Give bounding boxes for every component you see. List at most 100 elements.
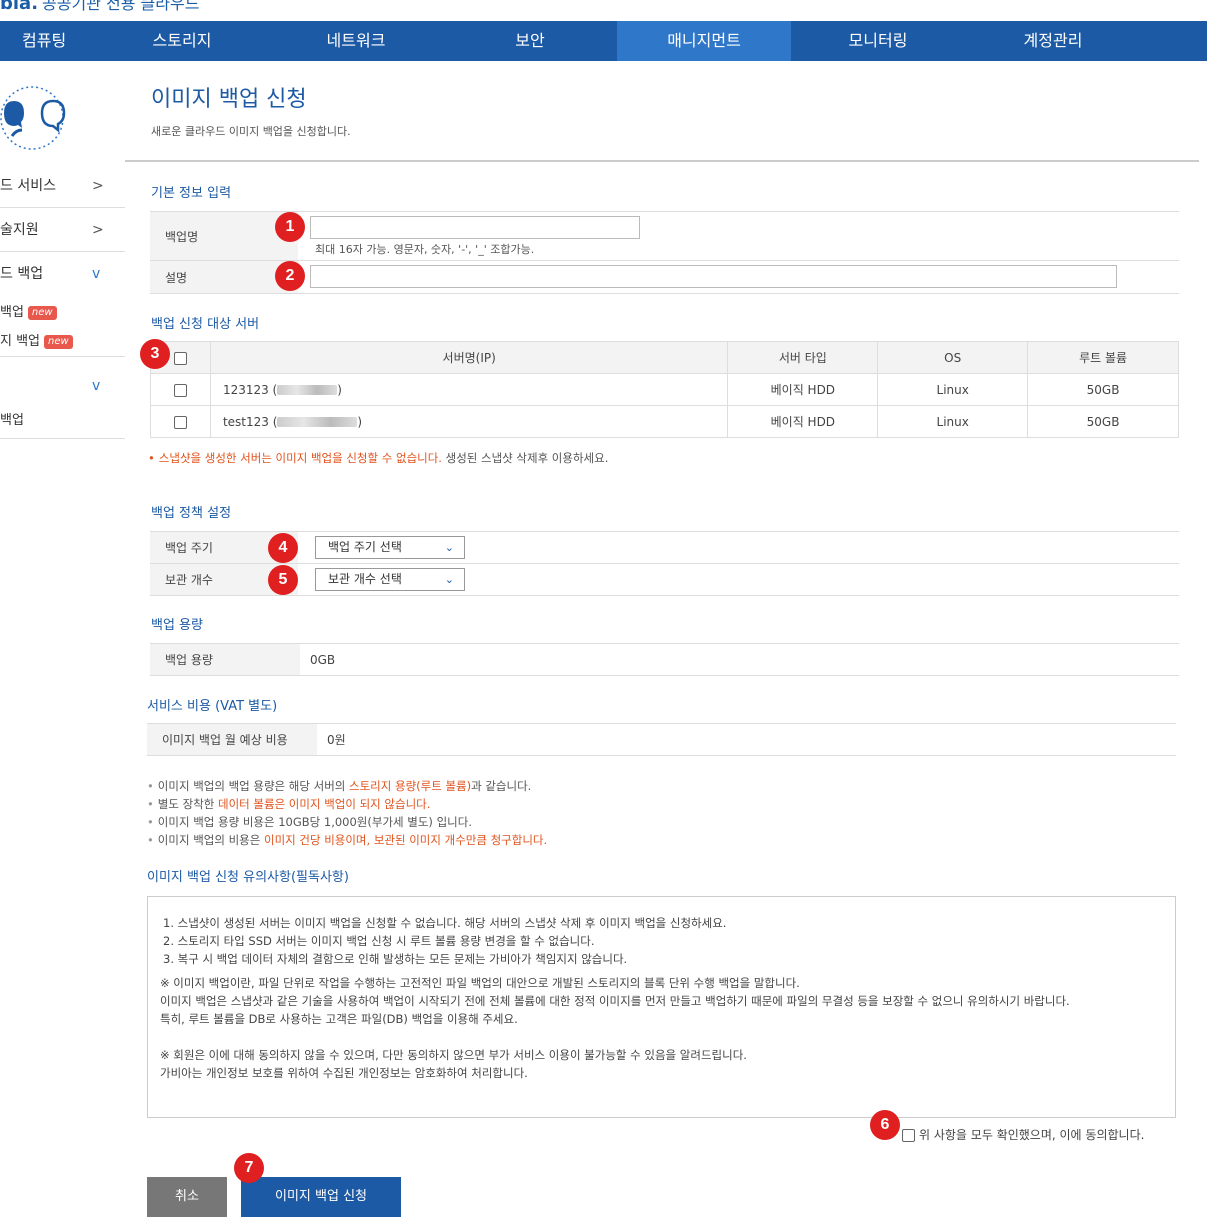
gnb-management[interactable]: 매니지먼트 (617, 21, 791, 61)
section-title-basic: 기본 정보 입력 (151, 186, 232, 201)
page-description: 새로운 클라우드 이미지 백업을 신청합니다. (151, 125, 351, 138)
title-area: 이미지 백업 신청 새로운 클라우드 이미지 백업을 신청합니다. (125, 61, 1199, 162)
backup-name-help: 최대 16자 가능. 영문자, 숫자, '-', '_' 조합가능. (315, 243, 535, 256)
page-title: 이미지 백업 신청 (151, 87, 307, 112)
agree-checkbox-row[interactable]: 위 사항을 모두 확인했으며, 이에 동의합니다. (902, 1126, 1144, 1143)
annotation-marker-7: 7 (234, 1153, 264, 1183)
new-badge: new (44, 334, 73, 349)
lnb-item-label: 드 서비스 (0, 178, 56, 194)
gnb-monitoring[interactable]: 모니터링 (791, 21, 965, 61)
new-badge: new (27, 305, 57, 320)
server-name-close: ) (357, 414, 363, 429)
masked-ip (277, 417, 358, 427)
backup-name-input[interactable] (310, 216, 640, 239)
section-title-capacity: 백업 용량 (151, 618, 203, 633)
row-select-cell (150, 373, 211, 406)
lnb-divider (0, 356, 125, 357)
top-bar: bia. 공공기관 전용 클라우드 (0, 0, 1207, 21)
lnb-sub-backup[interactable]: 백업 new (0, 301, 57, 320)
gnb-account[interactable]: 계정관리 (965, 21, 1141, 61)
gnb-network[interactable]: 네트워크 (269, 21, 443, 61)
row-select-cell (150, 405, 211, 438)
server-type-cell: 베이직 HDD (727, 405, 879, 438)
list-item: • 이미지 백업 용량 비용은 10GB당 1,000원(부가세 별도) 입니다. (147, 814, 472, 830)
bullet: • (147, 779, 154, 793)
submit-backup-button[interactable]: 이미지 백업 신청 (241, 1177, 401, 1217)
keep-count-select[interactable]: 보관 개수 선택 ⌄ (315, 568, 465, 591)
brand-logo[interactable]: bia. 공공기관 전용 클라우드 (0, 0, 199, 14)
cost-value: 0원 (327, 733, 346, 747)
server-table-header: 서버명(IP) 서버 타입 OS 루트 볼륨 (150, 341, 1179, 374)
chevron-down-icon: v (92, 266, 101, 282)
section-title-terms: 이미지 백업 신청 유의사항(필독사항) (147, 870, 349, 885)
global-nav: 컴퓨팅 스토리지 네트워크 보안 매니지먼트 모니터링 계정관리 (0, 21, 1207, 61)
table-row: 123123 () 베이직 HDD Linux 50GB (150, 373, 1179, 406)
lnb-sub-label: 백업 (0, 305, 24, 320)
backup-cycle-select[interactable]: 백업 주기 선택 ⌄ (315, 536, 465, 559)
gnb-storage[interactable]: 스토리지 (95, 21, 269, 61)
list-item: • 별도 장착한 데이터 볼륨은 이미지 백업이 되지 않습니다. (147, 796, 430, 812)
terms-line: ※ 이미지 백업이란, 파일 단위로 작업을 수행하는 고전적인 파일 백업의 … (160, 976, 800, 990)
description-cell (298, 261, 1179, 293)
support-people-icon (0, 86, 66, 150)
agree-label: 위 사항을 모두 확인했으며, 이에 동의합니다. (919, 1128, 1145, 1142)
note-highlight: 스토리지 용량(루트 볼륨) (349, 779, 472, 793)
root-volume-cell: 50GB (1027, 405, 1179, 438)
cost-row: 이미지 백업 월 예상 비용 0원 (147, 723, 1176, 756)
logo-subtitle: 공공기관 전용 클라우드 (42, 0, 200, 13)
terms-line: 가비아는 개인정보 보호를 위하여 수집된 개인정보는 암호화하여 처리합니다. (160, 1066, 528, 1080)
description-input[interactable] (310, 265, 1117, 288)
capacity-value: 0GB (310, 652, 336, 667)
note-highlight: 데이터 볼륨은 이미지 백업이 되지 않습니다. (218, 797, 431, 811)
terms-line: 이미지 백업은 스냅샷과 같은 기술을 사용하여 백업이 시작되기 전에 전체 … (160, 994, 1070, 1008)
annotation-marker-1: 1 (275, 212, 305, 242)
os-cell: Linux (877, 405, 1029, 438)
backup-name-row: 백업명 최대 16자 가능. 영문자, 숫자, '-', '_' 조합가능. (150, 211, 1179, 261)
terms-line: 1. 스냅샷이 생성된 서버는 이미지 백업을 신청할 수 없습니다. 해당 서… (163, 916, 727, 930)
bullet: • (148, 451, 155, 465)
terms-box[interactable]: 1. 스냅샷이 생성된 서버는 이미지 백업을 신청할 수 없습니다. 해당 서… (147, 896, 1176, 1118)
agree-checkbox[interactable] (902, 1129, 915, 1142)
annotation-marker-4: 4 (268, 533, 298, 563)
annotation-marker-3: 3 (140, 339, 170, 369)
row-checkbox[interactable] (173, 383, 187, 397)
list-item: • 이미지 백업의 비용은 이미지 건당 비용이며, 보관된 이미지 개수만큼 청… (147, 832, 547, 848)
lnb-sub-image-backup[interactable]: 지 백업 new (0, 330, 73, 349)
keep-count-row: 보관 개수 보관 개수 선택 ⌄ (150, 563, 1179, 596)
row-checkbox[interactable] (173, 415, 187, 429)
chevron-down-icon: ⌄ (444, 573, 454, 586)
snapshot-note-highlight: 스냅샷을 생성한 서버는 이미지 백업을 신청할 수 없습니다. (158, 451, 442, 465)
lnb-item-group2[interactable]: v (0, 364, 125, 408)
backup-cycle-value: 백업 주기 선택 (328, 540, 402, 554)
lnb-item-tech-support[interactable]: 술지원 > (0, 208, 125, 252)
server-name-cell: test123 () (209, 405, 729, 438)
gnb-computing[interactable]: 컴퓨팅 (0, 21, 95, 61)
chevron-right-icon: > (92, 178, 104, 194)
server-table: 서버명(IP) 서버 타입 OS 루트 볼륨 123123 () 베이직 HDD… (150, 341, 1179, 438)
server-name: test123 ( (222, 414, 278, 429)
lnb-sub-label: 지 백업 (0, 334, 41, 349)
annotation-marker-5: 5 (268, 565, 298, 595)
terms-spacer (160, 1028, 1163, 1046)
lnb-sub-group2-backup[interactable]: 백업 (0, 409, 24, 428)
note-text: 이미지 백업 용량 비용은 10GB당 1,000원(부가세 별도) 입니다. (157, 815, 472, 829)
terms-line: 3. 복구 시 백업 데이터 자체의 결함으로 인해 발생하는 모든 문제는 가… (163, 952, 628, 966)
capacity-row: 백업 용량 0GB (150, 643, 1179, 676)
gnb-security[interactable]: 보안 (443, 21, 617, 61)
note-text: 이미지 백업의 비용은 (157, 833, 264, 847)
snapshot-note-rest: 생성된 스냅샷 삭제후 이용하세요. (441, 451, 609, 465)
server-name-close: ) (337, 382, 342, 397)
bullet: • (147, 833, 154, 847)
chevron-down-icon: ⌄ (444, 541, 454, 554)
terms-line: 2. 스토리지 타입 SSD 서버는 이미지 백업 신청 시 루트 볼륨 용량 … (163, 934, 595, 948)
os-cell: Linux (877, 373, 1029, 406)
lnb-item-cloud-backup[interactable]: 드 백업 v (0, 252, 125, 296)
backup-cycle-row: 백업 주기 백업 주기 선택 ⌄ (150, 531, 1179, 564)
backup-name-cell: 최대 16자 가능. 영문자, 숫자, '-', '_' 조합가능. (298, 212, 1179, 260)
lnb-item-cloud-service[interactable]: 드 서비스 > (0, 164, 125, 208)
lnb-divider (0, 438, 125, 439)
terms-line: ※ 회원은 이에 대해 동의하지 않을 수 있으며, 다만 동의하지 않으면 부… (160, 1048, 747, 1062)
cancel-button[interactable]: 취소 (147, 1177, 227, 1217)
col-root-volume: 루트 볼륨 (1027, 341, 1179, 374)
select-all-checkbox[interactable] (173, 351, 187, 365)
